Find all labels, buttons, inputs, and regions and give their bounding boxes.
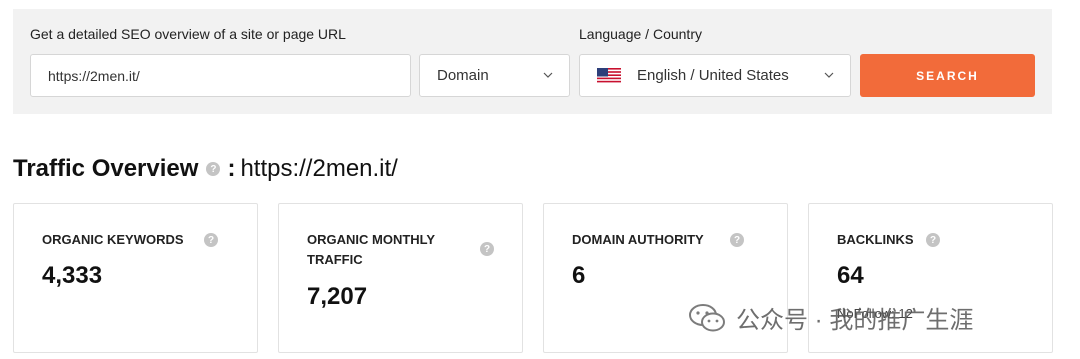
help-icon[interactable]: ? (480, 242, 494, 256)
chevron-down-icon (824, 72, 834, 78)
card-value: 7,207 (307, 283, 368, 310)
organic-monthly-traffic-card: ORGANIC MONTHLY TRAFFIC ? 7,207 (278, 203, 523, 353)
card-label: DOMAIN AUTHORITY (572, 232, 704, 247)
seo-search-panel: Get a detailed SEO overview of a site or… (13, 9, 1052, 114)
search-button[interactable]: SEARCH (860, 54, 1035, 97)
card-value: 6 (572, 262, 586, 289)
card-label: BACKLINKS (837, 232, 914, 247)
help-icon[interactable]: ? (926, 233, 940, 247)
scope-select-value: Domain (437, 67, 489, 84)
help-icon[interactable]: ? (206, 162, 221, 176)
card-label: ORGANIC MONTHLY TRAFFIC (307, 230, 435, 270)
card-label-line: TRAFFIC (307, 252, 363, 267)
language-country-label: Language / Country (579, 26, 702, 42)
us-flag-icon (597, 67, 621, 84)
scope-select[interactable]: Domain (419, 54, 570, 97)
help-icon[interactable]: ? (730, 233, 744, 247)
language-country-value: English / United States (637, 67, 789, 84)
card-label: ORGANIC KEYWORDS (42, 232, 184, 247)
url-input[interactable] (30, 54, 411, 97)
watermark-text: 公众号 · 我的推广生涯 (736, 307, 974, 334)
wechat-icon (689, 303, 725, 331)
page-title: Traffic Overview (13, 155, 199, 182)
url-label: Get a detailed SEO overview of a site or… (30, 26, 346, 42)
overview-url: https://2men.it/ (240, 155, 398, 182)
card-value: 4,333 (42, 262, 103, 289)
wechat-watermark: 公众号 · 我的推广生涯 (688, 300, 973, 335)
language-country-select[interactable]: English / United States (579, 54, 851, 97)
title-separator: : (227, 155, 236, 182)
card-label-line: ORGANIC MONTHLY (307, 232, 436, 247)
traffic-overview-heading: Traffic Overview ? : https://2men.it/ (13, 155, 398, 183)
chevron-down-icon (543, 72, 553, 78)
card-value: 64 (837, 262, 864, 289)
organic-keywords-card: ORGANIC KEYWORDS ? 4,333 (13, 203, 258, 353)
help-icon[interactable]: ? (204, 233, 218, 247)
